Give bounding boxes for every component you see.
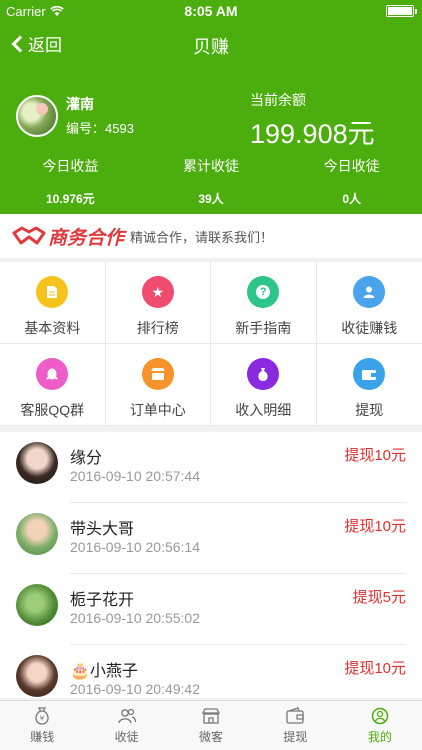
shop-icon: [141, 358, 174, 390]
avatar: [16, 513, 58, 555]
shop-icon: [201, 708, 221, 724]
grid-label: 订单中心: [129, 402, 186, 418]
qq-icon: [36, 358, 69, 390]
grid-label: 排行榜: [136, 320, 179, 336]
tab-label: 赚钱: [30, 730, 55, 744]
list-item-name: 缘分: [70, 450, 103, 467]
grid-item-ranking[interactable]: ★ 排行榜: [105, 262, 211, 344]
balance: 当前余额 199.908元: [250, 90, 375, 151]
money-bag-icon: ¥: [35, 707, 49, 725]
tab-weike[interactable]: 微客: [169, 701, 253, 750]
banner-logo-text: 商务合作: [48, 227, 125, 249]
list-item[interactable]: 栀子花开 2016-09-10 20:55:02 提现5元: [0, 574, 422, 645]
grid-label: 提现: [355, 402, 384, 418]
tab-label: 我的: [367, 730, 392, 744]
list-item[interactable]: 🎂小燕子 2016-09-10 20:49:42 提现10元: [0, 645, 422, 698]
list-item[interactable]: 缘分 2016-09-10 20:57:44 提现10元: [0, 432, 422, 503]
list-item-time: 2016-09-10 20:49:42: [70, 681, 200, 697]
battery-icon: [386, 5, 417, 17]
withdraw-feed: 缘分 2016-09-10 20:57:44 提现10元 带头大哥 2016-0…: [0, 432, 422, 698]
wallet-icon: [286, 707, 305, 724]
stat-value: 0人: [342, 192, 362, 206]
star-icon: ★: [141, 276, 174, 308]
list-item[interactable]: 带头大哥 2016-09-10 20:56:14 提现10元: [0, 503, 422, 574]
smile-icon: [371, 707, 389, 725]
stat-value: 10.976元: [45, 192, 95, 206]
grid-label: 收入明细: [235, 402, 292, 418]
function-grid: 基本资料 ★ 排行榜 ? 新手指南 收徒赚钱 客服QQ群 订单中心 收入明细 提…: [0, 262, 422, 426]
page-title: 贝赚: [193, 37, 229, 57]
wallet-icon: [353, 358, 386, 390]
users-icon: [117, 708, 136, 724]
stat-label: 今日收徒: [323, 158, 380, 174]
grid-label: 新手指南: [235, 320, 292, 336]
list-item-amount: 提现5元: [352, 589, 406, 606]
balance-value: 199.908元: [250, 119, 375, 149]
stat-label: 累计收徒: [183, 158, 239, 174]
grid-label: 基本资料: [24, 320, 81, 336]
stat-today-disciples: 今日收徒 0人: [281, 156, 422, 207]
nav-bar: 返回 贝赚: [0, 22, 422, 66]
profile[interactable]: 灌南 编号：4593: [16, 94, 134, 137]
handshake-icon: [12, 226, 46, 245]
balance-label: 当前余额: [250, 92, 306, 108]
stats-row: 今日收益 10.976元 累计收徒 39人 今日收徒 0人: [0, 156, 422, 207]
grid-item-recruit[interactable]: 收徒赚钱: [316, 262, 422, 344]
grid-label: 客服QQ群: [20, 402, 85, 418]
grid-label: 收徒赚钱: [341, 320, 398, 336]
status-bar: Carrier 8:05 AM: [0, 0, 422, 22]
list-item-amount: 提现10元: [344, 518, 406, 535]
tab-label: 收徒: [114, 730, 139, 744]
avatar: [16, 584, 58, 626]
grid-item-orders[interactable]: 订单中心: [105, 344, 211, 426]
list-item-time: 2016-09-10 20:57:44: [70, 468, 200, 484]
grid-item-guide[interactable]: ? 新手指南: [211, 262, 317, 344]
profile-name: 灌南: [66, 96, 94, 112]
avatar: [16, 94, 58, 137]
list-item-amount: 提现10元: [344, 447, 406, 464]
tab-label: 微客: [199, 730, 224, 744]
svg-text:¥: ¥: [40, 715, 45, 723]
stat-today-income: 今日收益 10.976元: [0, 156, 141, 207]
banner-subtitle: 精诚合作，请联系我们！: [130, 229, 274, 245]
list-item-name: 栀子花开: [70, 592, 135, 609]
avatar: [16, 442, 58, 484]
clock: 8:05 AM: [184, 3, 238, 19]
avatar: [16, 655, 58, 697]
money-bag-icon: [247, 358, 280, 390]
stat-value: 39人: [198, 192, 224, 206]
profile-code: 编号：4593: [66, 121, 134, 136]
grid-item-profile[interactable]: 基本资料: [0, 262, 106, 344]
header: 返回 贝赚 灌南 编号：4593 当前余额 199.908元 今日收益 10.9…: [0, 22, 422, 214]
grid-item-income-detail[interactable]: 收入明细: [211, 344, 317, 426]
grid-item-qq-group[interactable]: 客服QQ群: [0, 344, 106, 426]
list-item-name: 带头大哥: [70, 521, 135, 538]
help-icon: ?: [247, 276, 280, 308]
user-icon: [353, 276, 386, 308]
profile-info: 灌南 编号：4593: [66, 94, 134, 137]
grid-item-withdraw[interactable]: 提现: [316, 344, 422, 426]
tab-withdraw[interactable]: 提现: [253, 701, 337, 750]
list-item-amount: 提现10元: [344, 660, 406, 677]
tab-bar: ¥ 赚钱 收徒 微客 提现 我的: [0, 700, 422, 750]
tab-disciples[interactable]: 收徒: [84, 701, 168, 750]
list-item-name: 🎂小燕子: [70, 663, 138, 680]
list-item-time: 2016-09-10 20:56:14: [70, 539, 200, 555]
document-icon: [36, 276, 69, 308]
tab-label: 提现: [283, 730, 308, 744]
stat-total-disciples: 累计收徒 39人: [141, 156, 282, 207]
stat-label: 今日收益: [42, 158, 99, 174]
list-item-time: 2016-09-10 20:55:02: [70, 610, 200, 626]
tab-earn[interactable]: ¥ 赚钱: [0, 701, 84, 750]
business-banner[interactable]: 商务合作 精诚合作，请联系我们！: [0, 214, 422, 258]
tab-mine[interactable]: 我的: [338, 701, 422, 750]
